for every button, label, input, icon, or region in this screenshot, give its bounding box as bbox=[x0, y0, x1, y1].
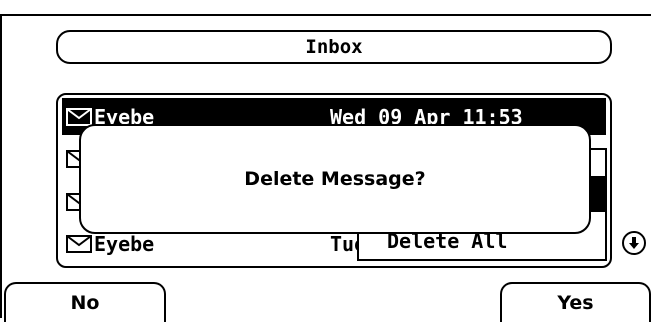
page-title: Inbox bbox=[305, 36, 363, 58]
scroll-down-button[interactable] bbox=[622, 231, 646, 255]
no-softkey[interactable]: No bbox=[4, 282, 166, 322]
message-sender: Eyebe bbox=[94, 231, 155, 256]
envelope-icon bbox=[66, 107, 92, 126]
yes-label: Yes bbox=[557, 292, 594, 314]
envelope-icon bbox=[66, 234, 92, 253]
screen-frame-left bbox=[0, 14, 2, 318]
confirm-dialog: Delete Message? bbox=[79, 124, 591, 234]
screen-frame-top bbox=[0, 14, 651, 16]
arrow-down-icon bbox=[629, 237, 639, 249]
no-label: No bbox=[70, 292, 100, 314]
title-bar: Inbox bbox=[56, 30, 612, 64]
yes-softkey[interactable]: Yes bbox=[500, 282, 651, 322]
dialog-message: Delete Message? bbox=[244, 168, 426, 190]
